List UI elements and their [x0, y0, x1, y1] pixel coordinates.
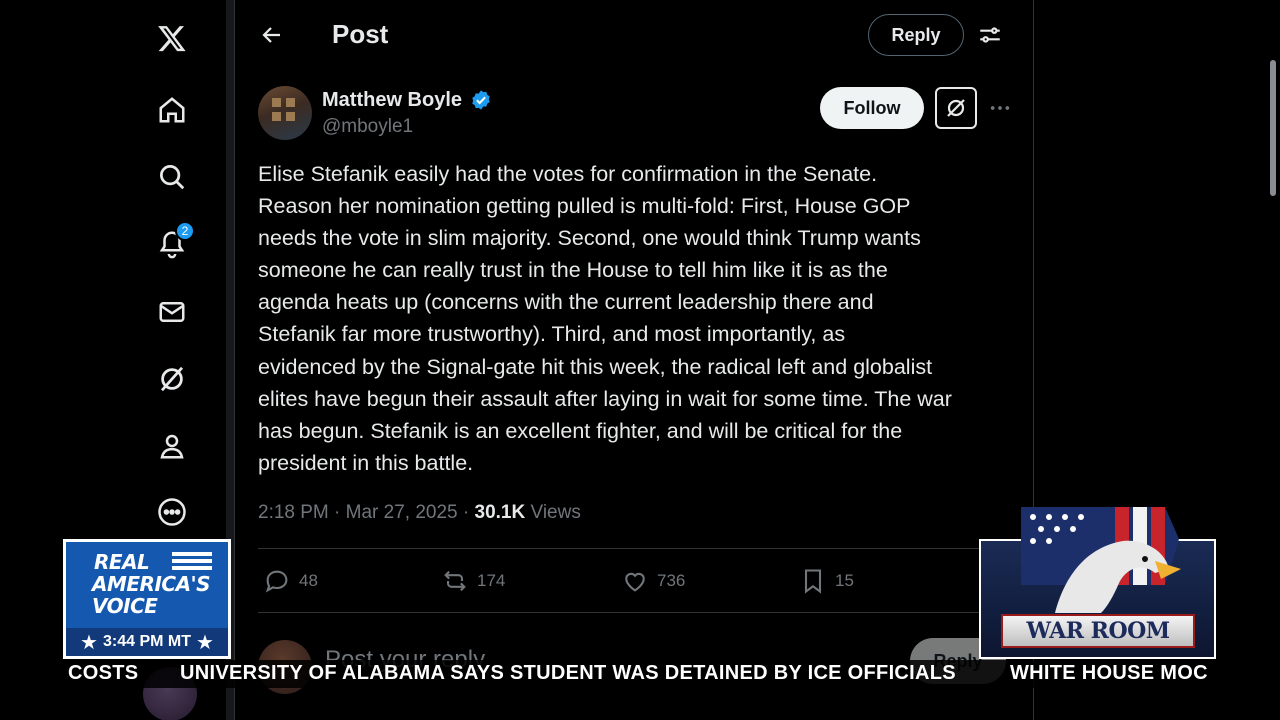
- network-logo: REAL AMERICA'S VOICE ★ 3:44 PM MT ★: [63, 539, 231, 659]
- post-text-line: elites have begun their assault after la…: [258, 386, 952, 411]
- post-text-line: Stefanik far more trustworthy). Third, a…: [258, 322, 846, 347]
- divider: [258, 548, 1018, 549]
- author-avatar[interactable]: [258, 86, 312, 140]
- page-title: Post: [332, 19, 389, 49]
- post-text-line: has begun. Stefanik is an excellent figh…: [258, 418, 903, 443]
- post-time[interactable]: 2:18 PM: [258, 502, 329, 523]
- ticker-next: WHITE HOUSE MOC: [1010, 662, 1208, 684]
- back-arrow-icon[interactable]: [255, 18, 289, 52]
- x-logo-icon[interactable]: [151, 17, 193, 59]
- more-icon[interactable]: [151, 491, 193, 533]
- reply-button[interactable]: Reply: [868, 14, 964, 56]
- divider: [258, 612, 1018, 613]
- author-handle[interactable]: @mboyle1: [322, 116, 413, 138]
- meta-separator: ·: [462, 502, 475, 523]
- explore-icon[interactable]: [151, 156, 193, 198]
- notifications-badge: 2: [175, 221, 195, 241]
- follow-button[interactable]: Follow: [820, 87, 924, 129]
- grok-icon[interactable]: [935, 87, 977, 129]
- filter-icon[interactable]: [973, 18, 1007, 52]
- like-icon: [625, 572, 645, 592]
- scrollbar[interactable]: [1270, 60, 1276, 196]
- column-divider-left: [234, 0, 235, 720]
- views-label: Views: [530, 502, 581, 523]
- post-text-line: Reason her nomination getting pulled is …: [258, 194, 911, 219]
- network-name-line1: REAL: [94, 550, 150, 574]
- reply-count: 48: [299, 571, 318, 590]
- star-icon: ★: [80, 631, 98, 654]
- grok-icon[interactable]: [151, 358, 193, 400]
- network-name-line2: AMERICA'S: [92, 572, 211, 596]
- more-options-icon[interactable]: [986, 94, 1014, 122]
- post-text-line: agenda heats up (concerns with the curre…: [258, 290, 874, 315]
- bookmark-count: 15: [835, 571, 854, 590]
- reply-icon: [265, 570, 288, 593]
- reply-action[interactable]: 48: [263, 566, 318, 596]
- broadcast-time: 3:44 PM MT: [102, 633, 191, 650]
- post-text: Elise Stefanik easily had the votes for …: [258, 158, 1018, 479]
- messages-icon[interactable]: [151, 291, 193, 333]
- verified-badge-icon: [472, 90, 490, 110]
- meta-separator: ·: [334, 502, 346, 523]
- notifications-icon[interactable]: 2: [151, 221, 195, 265]
- post-text-line: needs the vote in slim majority. Second,…: [258, 226, 921, 251]
- home-icon[interactable]: [151, 89, 193, 131]
- eagle-flag-icon: [1021, 507, 1181, 613]
- bookmark-icon: [804, 569, 822, 594]
- ticker-headline: UNIVERSITY OF ALABAMA SAYS STUDENT WAS D…: [180, 662, 956, 684]
- post-text-line: Elise Stefanik easily had the votes for …: [258, 162, 878, 186]
- star-icon: ★: [196, 631, 214, 654]
- repost-action[interactable]: 174: [441, 566, 505, 596]
- post-text-line: president in this battle.: [258, 450, 474, 475]
- post-metadata: 2:18 PM · Mar 27, 2025 · 30.1K Views: [258, 502, 581, 524]
- like-count: 736: [657, 571, 686, 590]
- bookmark-action[interactable]: 15: [799, 566, 854, 596]
- post-text-line: someone he can really trust in the House…: [258, 258, 888, 283]
- author-name[interactable]: Matthew Boyle: [322, 89, 462, 112]
- network-name-line3: VOICE: [92, 594, 158, 618]
- repost-count: 174: [477, 571, 506, 590]
- show-name: WAR ROOM: [1001, 614, 1195, 648]
- ticker-previous: COSTS: [68, 662, 139, 684]
- post-date[interactable]: Mar 27, 2025: [346, 502, 458, 523]
- views-count: 30.1K: [474, 502, 526, 523]
- profile-icon[interactable]: [151, 425, 193, 467]
- broadcast-clock: ★ 3:44 PM MT ★: [66, 628, 228, 656]
- like-action[interactable]: 736: [621, 566, 685, 596]
- repost-icon: [444, 570, 466, 592]
- post-text-line: evidenced by the Signal-gate hit this we…: [258, 354, 933, 379]
- post-header: Post Reply: [235, 0, 1033, 70]
